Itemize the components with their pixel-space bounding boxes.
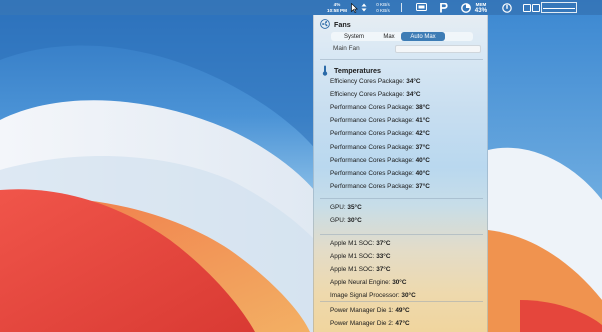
memory-value: 43% bbox=[474, 6, 488, 14]
fan-mode-segmented-control: System Max Auto Max bbox=[331, 32, 473, 41]
sensor-value: 40°C bbox=[415, 156, 430, 164]
sensor-label: Efficiency Cores Package: bbox=[330, 78, 405, 85]
sensor-label: Power Manager Die 1: bbox=[330, 307, 394, 314]
sensor-value: 37°C bbox=[376, 240, 391, 247]
temperature-row: Power Manager Die 1: 49°C bbox=[330, 307, 410, 314]
sensor-label: Image Signal Processor: bbox=[330, 292, 400, 300]
temperature-row: Efficiency Cores Package: 34°C bbox=[330, 91, 421, 98]
fan-mode-max-button[interactable]: Max bbox=[377, 32, 401, 41]
divider bbox=[320, 59, 483, 60]
main-fan-speed-bar bbox=[395, 45, 481, 53]
indicator-icon[interactable] bbox=[532, 4, 540, 12]
fan-mode-system-button[interactable]: System bbox=[331, 32, 377, 41]
download-speed-text: 0 KB/s bbox=[376, 7, 390, 13]
arrows-icon bbox=[360, 2, 368, 13]
sensor-value: 49°C bbox=[395, 307, 410, 314]
temperature-row: GPU: 35°C bbox=[330, 204, 362, 211]
sensor-label: Performance Cores Package: bbox=[330, 143, 414, 151]
fans-header: Fans bbox=[320, 19, 351, 29]
sensor-label: GPU: bbox=[330, 217, 346, 225]
sensor-value: 33°C bbox=[376, 253, 391, 261]
sensor-label: Apple M1 SOC: bbox=[330, 240, 375, 247]
sensor-value: 30°C bbox=[347, 217, 362, 225]
display-icon[interactable] bbox=[415, 2, 427, 13]
sensor-label: Performance Cores Package: bbox=[330, 104, 414, 112]
sensor-label: Performance Cores Package: bbox=[330, 130, 414, 138]
network-speed-widget[interactable]: 0 KB/s 0 KB/s bbox=[371, 0, 395, 15]
temperatures-title: Temperatures bbox=[334, 65, 382, 75]
sensor-label: Apple M1 SOC: bbox=[330, 266, 375, 274]
fan-icon bbox=[320, 19, 330, 29]
clock-text: 10:58 PM bbox=[327, 7, 347, 13]
temperature-row: GPU: 30°C bbox=[330, 217, 362, 224]
desktop-wallpaper bbox=[0, 0, 602, 332]
sensor-value: 34°C bbox=[406, 91, 421, 99]
graph-line bbox=[543, 8, 575, 9]
temperature-row: Performance Cores Package: 40°C bbox=[330, 157, 430, 164]
sensor-label: Performance Cores Package: bbox=[330, 117, 414, 125]
temperature-row: Apple M1 SOC: 37°C bbox=[330, 266, 390, 273]
fans-title: Fans bbox=[334, 19, 351, 29]
divider bbox=[320, 234, 483, 235]
cursor-icon bbox=[350, 2, 358, 13]
temperature-row: Efficiency Cores Package: 34°C bbox=[330, 78, 421, 85]
sensor-value: 30°C bbox=[401, 292, 416, 300]
sensor-value: 34°C bbox=[406, 78, 421, 85]
sensor-label: Performance Cores Package: bbox=[330, 182, 414, 190]
menu-bar: 4% 10:58 PM 0 KB/s 0 KB/s MEM 43% bbox=[0, 0, 602, 15]
sensor-value: 38°C bbox=[415, 104, 430, 112]
sensor-label: Power Manager Die 2: bbox=[330, 320, 394, 328]
sensor-value: 42°C bbox=[415, 130, 430, 138]
separator-icon bbox=[398, 2, 404, 13]
divider bbox=[320, 198, 483, 199]
temperature-row: Performance Cores Package: 37°C bbox=[330, 144, 430, 151]
temperature-row: Apple M1 SOC: 37°C bbox=[330, 240, 390, 247]
main-fan-label: Main Fan bbox=[333, 45, 360, 52]
thermometer-icon bbox=[320, 65, 330, 76]
sensor-value: 40°C bbox=[415, 169, 430, 177]
indicator-icon[interactable] bbox=[523, 4, 531, 12]
cpu-clock-widget[interactable]: 4% 10:58 PM bbox=[326, 0, 348, 15]
sensor-value: 37°C bbox=[415, 182, 430, 190]
sensor-value: 47°C bbox=[395, 320, 410, 328]
temperature-row: Apple Neural Engine: 30°C bbox=[330, 279, 406, 286]
temperature-row: Apple M1 SOC: 33°C bbox=[330, 253, 390, 260]
sensor-value: 37°C bbox=[415, 143, 430, 151]
temperature-row: Performance Cores Package: 42°C bbox=[330, 130, 430, 137]
temperature-row: Performance Cores Package: 37°C bbox=[330, 183, 430, 190]
p-icon[interactable] bbox=[439, 2, 449, 13]
divider bbox=[320, 301, 483, 302]
temperature-row: Performance Cores Package: 40°C bbox=[330, 170, 430, 177]
memory-widget[interactable]: MEM 43% bbox=[472, 0, 490, 15]
temperatures-header: Temperatures bbox=[320, 65, 382, 76]
sensor-value: 30°C bbox=[392, 279, 407, 287]
stats-icon[interactable] bbox=[461, 2, 471, 13]
sensor-label: Performance Cores Package: bbox=[330, 169, 414, 177]
sensor-label: Performance Cores Package: bbox=[330, 156, 414, 164]
sensor-label: GPU: bbox=[330, 204, 346, 211]
sensor-value: 35°C bbox=[347, 204, 362, 211]
temperature-row: Image Signal Processor: 30°C bbox=[330, 292, 416, 299]
sensor-label: Apple Neural Engine: bbox=[330, 279, 391, 287]
graph-icon[interactable] bbox=[541, 2, 577, 13]
temperature-row: Performance Cores Package: 38°C bbox=[330, 104, 430, 111]
temperature-row: Power Manager Die 2: 47°C bbox=[330, 320, 410, 327]
sensor-label: Apple M1 SOC: bbox=[330, 253, 375, 261]
sensor-value: 37°C bbox=[376, 266, 391, 274]
sensors-dropdown-panel: Fans System Max Auto Max Main Fan Temper… bbox=[313, 15, 488, 332]
temperature-row: Performance Cores Package: 41°C bbox=[330, 117, 430, 124]
power-icon[interactable] bbox=[502, 2, 512, 13]
fan-mode-auto-max-button[interactable]: Auto Max bbox=[401, 32, 445, 41]
sensor-value: 41°C bbox=[415, 117, 430, 125]
sensor-label: Efficiency Cores Package: bbox=[330, 91, 405, 99]
